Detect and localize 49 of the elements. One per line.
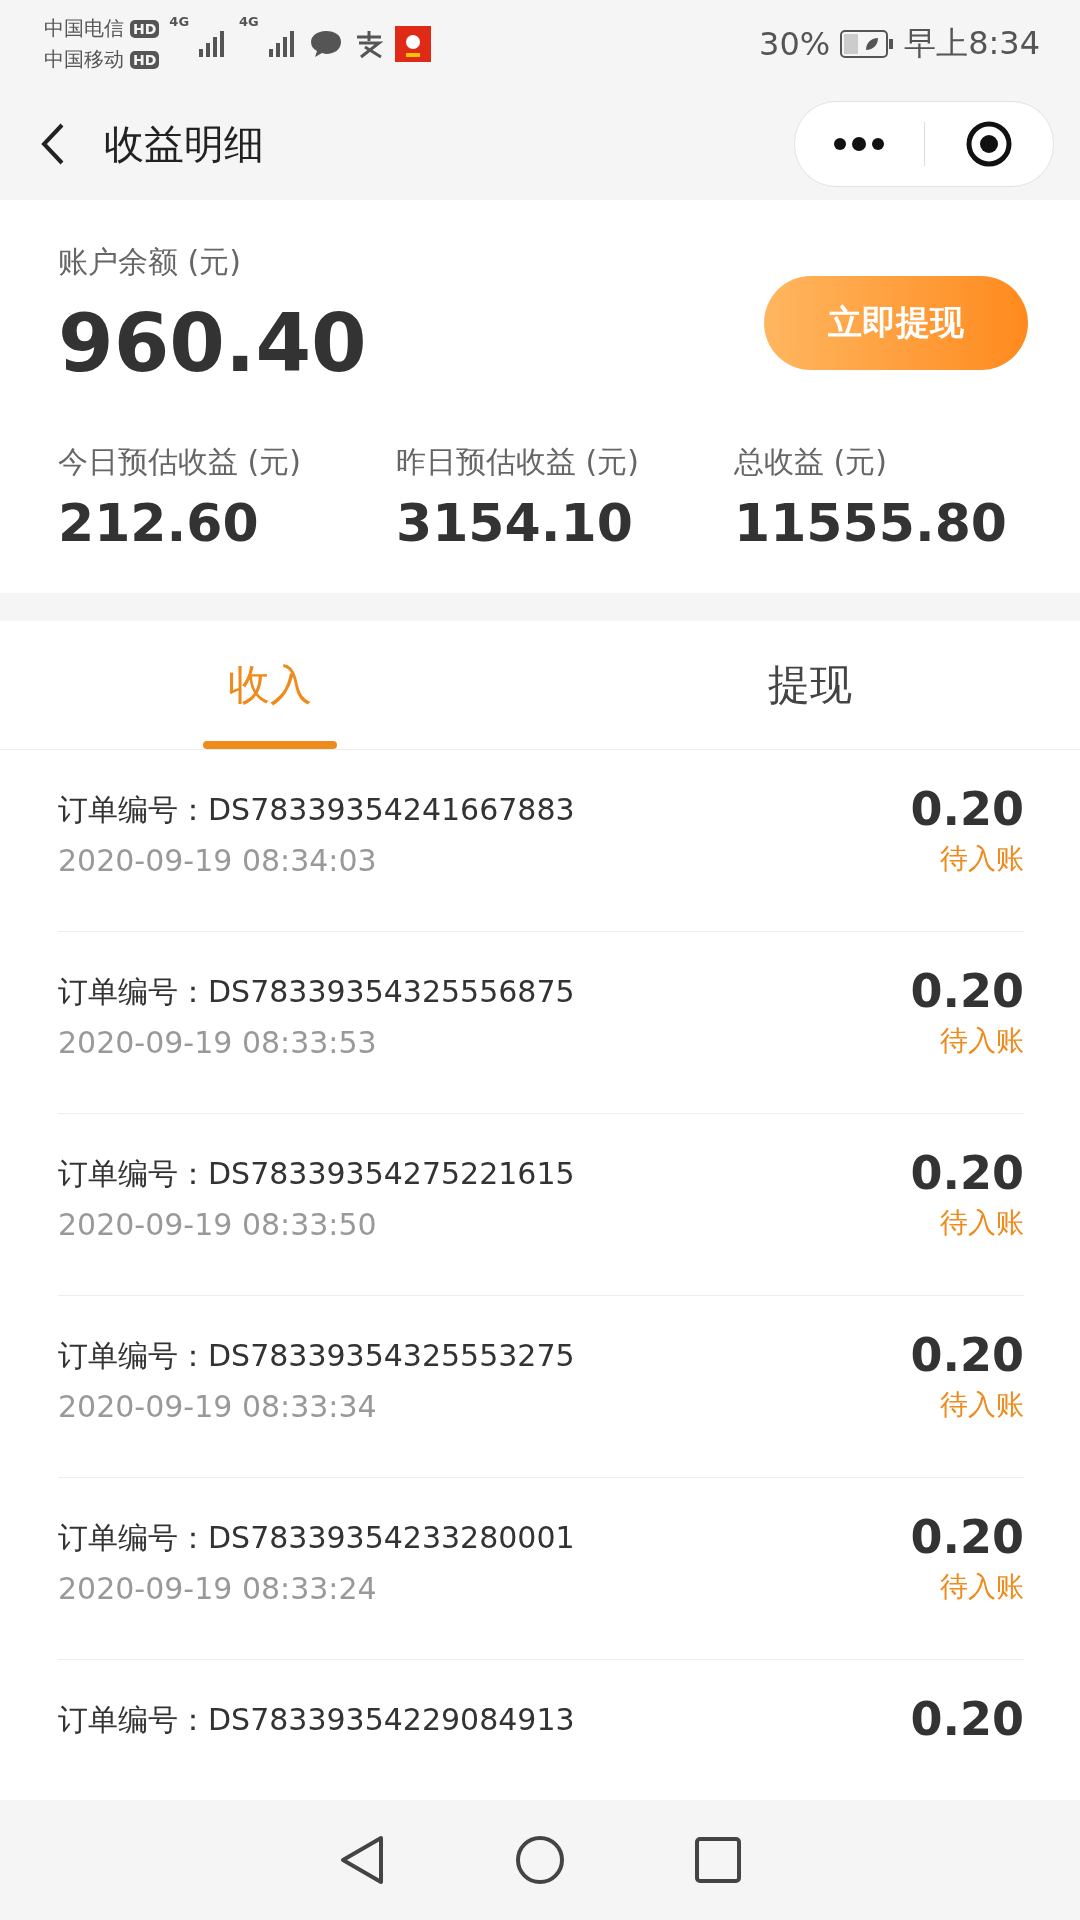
page-title: 收益明细 bbox=[104, 119, 264, 169]
order-status: 待入账 bbox=[940, 1569, 1024, 1605]
app-icon bbox=[394, 26, 431, 62]
order-amount: 0.20 bbox=[910, 964, 1024, 1018]
network-label: 4G bbox=[239, 14, 259, 29]
tab[interactable]: 提现 bbox=[540, 621, 1080, 749]
carrier-name: 中国电信 bbox=[44, 15, 124, 42]
order-number: 订单编号：DS78339354229084913 bbox=[58, 1701, 575, 1739]
order-time: 2020-09-19 08:33:24 bbox=[58, 1571, 378, 1606]
hd-badge: HD bbox=[130, 50, 160, 69]
order-time: 2020-09-19 08:34:03 bbox=[58, 843, 378, 878]
withdraw-button[interactable]: 立即提现 bbox=[764, 276, 1028, 370]
back-button[interactable] bbox=[40, 122, 66, 166]
order-number: 订单编号：DS78339354241667883 bbox=[58, 791, 575, 829]
chat-bubble-icon bbox=[308, 29, 343, 59]
carrier-name: 中国移动 bbox=[44, 46, 124, 73]
order-number: 订单编号：DS78339354275221615 bbox=[58, 1155, 575, 1193]
back-icon[interactable] bbox=[339, 1835, 385, 1885]
balance-amount: 960.40 bbox=[58, 297, 367, 390]
order-number: 订单编号：DS78339354325553275 bbox=[58, 1337, 575, 1375]
order-status: 待入账 bbox=[940, 1205, 1024, 1241]
recents-icon[interactable] bbox=[695, 1837, 741, 1883]
order-time: 2020-09-19 08:33:50 bbox=[58, 1207, 378, 1242]
battery-icon bbox=[840, 30, 895, 58]
stat-value: 212.60 bbox=[58, 493, 260, 553]
order-amount: 0.20 bbox=[910, 1692, 1024, 1746]
hd-badge: HD bbox=[130, 19, 160, 38]
tab[interactable]: 收入 bbox=[0, 621, 540, 749]
network-label: 4G bbox=[169, 14, 190, 29]
stat-label: 昨日预估收益 (元) bbox=[396, 443, 640, 481]
order-amount: 0.20 bbox=[910, 1146, 1024, 1200]
balance-label: 账户余额 (元) bbox=[58, 244, 241, 279]
order-time: 2020-09-19 08:33:53 bbox=[58, 1025, 378, 1060]
order-number: 订单编号：DS78339354233280001 bbox=[58, 1519, 575, 1557]
order-amount: 0.20 bbox=[910, 782, 1024, 836]
order-time: 2020-09-19 08:33:34 bbox=[58, 1389, 378, 1424]
order-status: 待入账 bbox=[940, 1387, 1024, 1423]
order-status: 待入账 bbox=[940, 841, 1024, 877]
stat-label: 总收益 (元) bbox=[734, 443, 888, 481]
stat-label: 今日预估收益 (元) bbox=[58, 443, 302, 481]
stat-value: 3154.10 bbox=[396, 493, 634, 553]
order-number: 订单编号：DS78339354325556875 bbox=[58, 973, 575, 1011]
order-amount: 0.20 bbox=[910, 1510, 1024, 1564]
clock-time: 早上8:34 bbox=[904, 23, 1040, 64]
order-amount: 0.20 bbox=[910, 1328, 1024, 1382]
home-icon[interactable] bbox=[515, 1835, 565, 1885]
stat-value: 11555.80 bbox=[734, 493, 1009, 553]
order-status: 待入账 bbox=[940, 1023, 1024, 1059]
battery-percent: 30% bbox=[759, 25, 831, 63]
